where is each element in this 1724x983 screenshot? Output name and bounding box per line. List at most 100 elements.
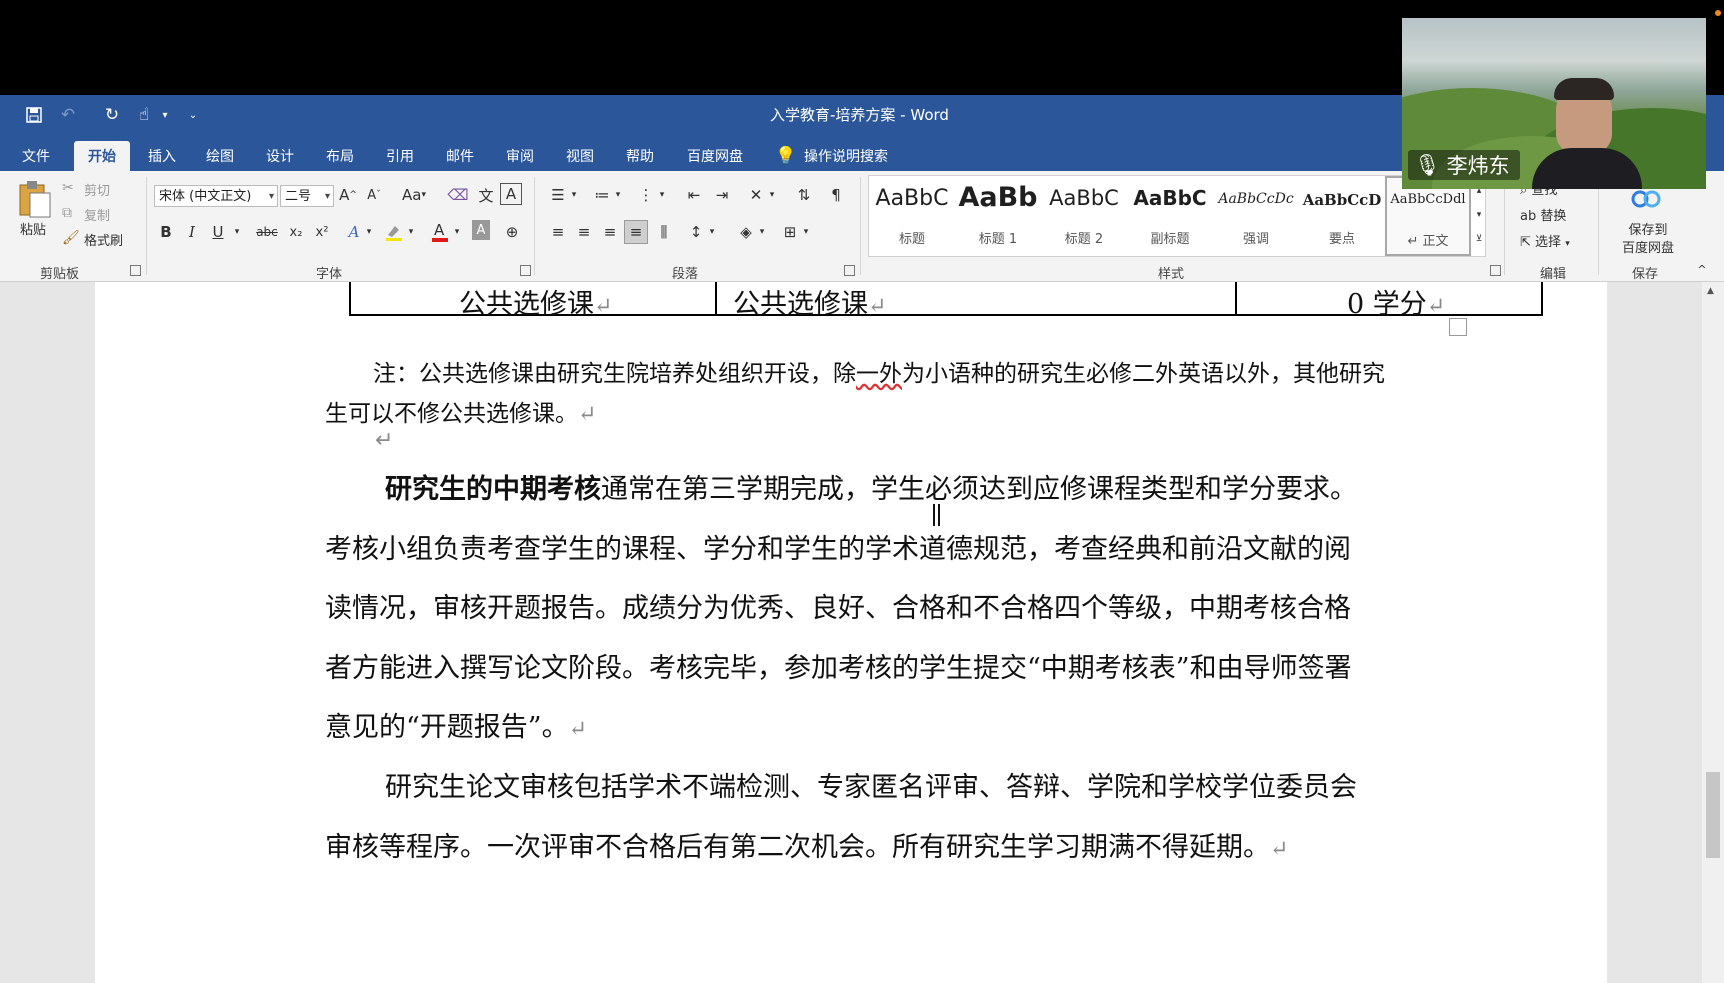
collapse-ribbon-icon[interactable]: ^ [1694, 257, 1710, 281]
align-right-icon[interactable]: ≡ [598, 220, 622, 244]
tab-file[interactable]: 文件 [14, 141, 58, 171]
char-shading-button[interactable]: A [472, 220, 490, 240]
cut-button[interactable]: 剪切 [84, 180, 110, 199]
chevron-down-icon: ▾ [324, 191, 330, 202]
line-spacing-icon[interactable]: ↕ [684, 220, 708, 244]
tab-home[interactable]: 开始 [74, 141, 130, 171]
change-case-button[interactable]: Aa ▾ [396, 183, 432, 207]
style-heading-2[interactable]: AaBbC 标题 2 [1041, 176, 1127, 256]
chevron-down-icon[interactable]: ▾ [230, 220, 244, 244]
numbering-icon[interactable]: ≔ [590, 183, 614, 207]
grow-font-button[interactable]: A ^ [336, 183, 360, 207]
tab-baidu-netdisk[interactable]: 百度网盘 [680, 141, 750, 171]
styles-scroll-down-icon[interactable]: ▾ [1472, 203, 1486, 227]
font-name-combo[interactable]: 宋体 (中文正文) ▾ [154, 185, 278, 207]
styles-launcher-icon[interactable] [1490, 265, 1501, 276]
chevron-down-icon[interactable]: ▾ [766, 183, 778, 207]
chevron-down-icon[interactable]: ▾ [158, 103, 172, 127]
bullets-icon[interactable]: ☰ [546, 183, 570, 207]
chevron-down-icon[interactable]: ▾ [612, 183, 624, 207]
touch-mode-icon[interactable]: ☝ [132, 103, 156, 127]
scroll-up-icon[interactable]: ▲ [1707, 286, 1714, 296]
enclose-char-icon[interactable]: ⊕ [500, 220, 524, 244]
tell-me-search[interactable]: 操作说明搜索 [804, 141, 904, 171]
show-marks-icon[interactable]: ¶ [824, 183, 848, 207]
bold-button[interactable]: B [154, 220, 178, 244]
chevron-down-icon[interactable]: ▾ [450, 220, 464, 244]
shading-icon[interactable]: ◈ [734, 220, 758, 244]
document-page[interactable]: 公共选修课↵ 公共选修课↵ 0 学分↵ 注：公共选修课由研究生院培养处组织开设，… [95, 282, 1607, 983]
chevron-down-icon[interactable]: ▾ [656, 183, 668, 207]
borders-icon[interactable]: ⊞ [778, 220, 802, 244]
scrollbar-thumb[interactable] [1706, 772, 1720, 858]
font-size-combo[interactable]: 二号 ▾ [280, 185, 334, 207]
format-painter-button[interactable]: 格式刷 [84, 230, 123, 249]
copy-button[interactable]: 复制 [84, 205, 110, 224]
chevron-down-icon[interactable]: ▾ [756, 220, 768, 244]
select-button[interactable]: ⇱ 选择 ▾ [1520, 231, 1570, 250]
style-subtitle[interactable]: AaBbC 副标题 [1127, 176, 1213, 256]
align-left-icon[interactable]: ≡ [546, 220, 570, 244]
justify-icon[interactable]: ≡ [624, 220, 648, 244]
style-heading-1[interactable]: AaBb 标题 1 [955, 176, 1041, 256]
styles-more-icon[interactable]: ⊻ [1472, 227, 1486, 251]
redo-icon[interactable]: ↻ [100, 103, 124, 127]
customize-qat-icon[interactable]: ⌄ [186, 103, 200, 127]
superscript-button[interactable]: x² [310, 220, 334, 244]
tab-review[interactable]: 审阅 [498, 141, 542, 171]
asian-layout-icon[interactable]: ✕ [744, 183, 768, 207]
tab-help[interactable]: 帮助 [618, 141, 662, 171]
scissors-icon[interactable]: ✂ [62, 180, 74, 196]
paste-button[interactable]: 粘贴 [20, 219, 46, 238]
table-cell[interactable]: 公共选修课↵ [459, 282, 612, 321]
font-launcher-icon[interactable] [520, 265, 531, 276]
underline-button[interactable]: U [206, 220, 230, 244]
align-center-icon[interactable]: ≡ [572, 220, 596, 244]
note-paragraph[interactable]: 注：公共选修课由研究生院培养处组织开设，除一外为小语种的研究生必修二外英语以外，… [325, 354, 1385, 435]
save-to-baidu-button[interactable]: 保存到 [1624, 219, 1672, 238]
increase-indent-icon[interactable]: ⇥ [710, 183, 734, 207]
tab-mailings[interactable]: 邮件 [438, 141, 482, 171]
highlight-icon[interactable] [382, 220, 406, 244]
midterm-paragraph[interactable]: 研究生的中期考核通常在第三学期完成，学生必须达到应修课程类型和学分要求。考核小组… [325, 460, 1365, 760]
phonetic-guide-button[interactable]: 文 [474, 183, 498, 207]
undo-icon[interactable]: ↶ [56, 103, 80, 127]
table-cell[interactable]: 公共选修课↵ [733, 282, 886, 321]
paragraph-launcher-icon[interactable] [844, 265, 855, 276]
style-title[interactable]: AaBbC 标题 [869, 176, 955, 256]
tab-references[interactable]: 引用 [378, 141, 422, 171]
table-resize-handle[interactable] [1449, 318, 1467, 336]
tab-draw[interactable]: 绘图 [198, 141, 242, 171]
tab-view[interactable]: 视图 [558, 141, 602, 171]
thesis-review-paragraph[interactable]: 研究生论文审核包括学术不端检测、专家匿名评审、答辩、学院和学校学位委员会审核等程… [325, 758, 1365, 879]
chevron-down-icon[interactable]: ▾ [800, 220, 812, 244]
chevron-down-icon[interactable]: ▾ [404, 220, 418, 244]
distributed-icon[interactable]: ⫼ [652, 220, 676, 244]
tab-insert[interactable]: 插入 [140, 141, 184, 171]
table-cell[interactable]: 0 学分↵ [1347, 282, 1445, 321]
font-color-icon[interactable]: A [428, 220, 452, 244]
style-emphasis[interactable]: AaBbCcDc 强调 [1213, 176, 1299, 256]
paste-icon[interactable] [16, 179, 52, 219]
tab-design[interactable]: 设计 [258, 141, 302, 171]
clipboard-launcher-icon[interactable] [130, 265, 141, 276]
shrink-font-button[interactable]: Aˇ [362, 183, 386, 207]
multilevel-list-icon[interactable]: ⋮ [634, 183, 658, 207]
decrease-indent-icon[interactable]: ⇤ [682, 183, 706, 207]
chevron-down-icon[interactable]: ▾ [362, 220, 376, 244]
format-painter-icon[interactable]: 🖌 [62, 230, 80, 246]
style-strong[interactable]: AaBbCcD 要点 [1299, 176, 1385, 256]
vertical-scrollbar[interactable]: ▲ [1702, 282, 1724, 983]
sort-icon[interactable]: ⇅ [792, 183, 816, 207]
chevron-down-icon[interactable]: ▾ [568, 183, 580, 207]
copy-icon[interactable]: ⧉ [62, 205, 72, 221]
subscript-button[interactable]: x₂ [284, 220, 308, 244]
chevron-down-icon[interactable]: ▾ [706, 220, 718, 244]
italic-button[interactable]: I [180, 220, 204, 244]
save-icon[interactable] [22, 103, 46, 127]
replace-button[interactable]: ab 替换 [1520, 205, 1566, 224]
strikethrough-button[interactable]: abc [252, 220, 282, 244]
clear-formatting-icon[interactable]: ⌫ [446, 183, 470, 207]
char-border-button[interactable]: A [500, 183, 522, 205]
tab-layout[interactable]: 布局 [318, 141, 362, 171]
